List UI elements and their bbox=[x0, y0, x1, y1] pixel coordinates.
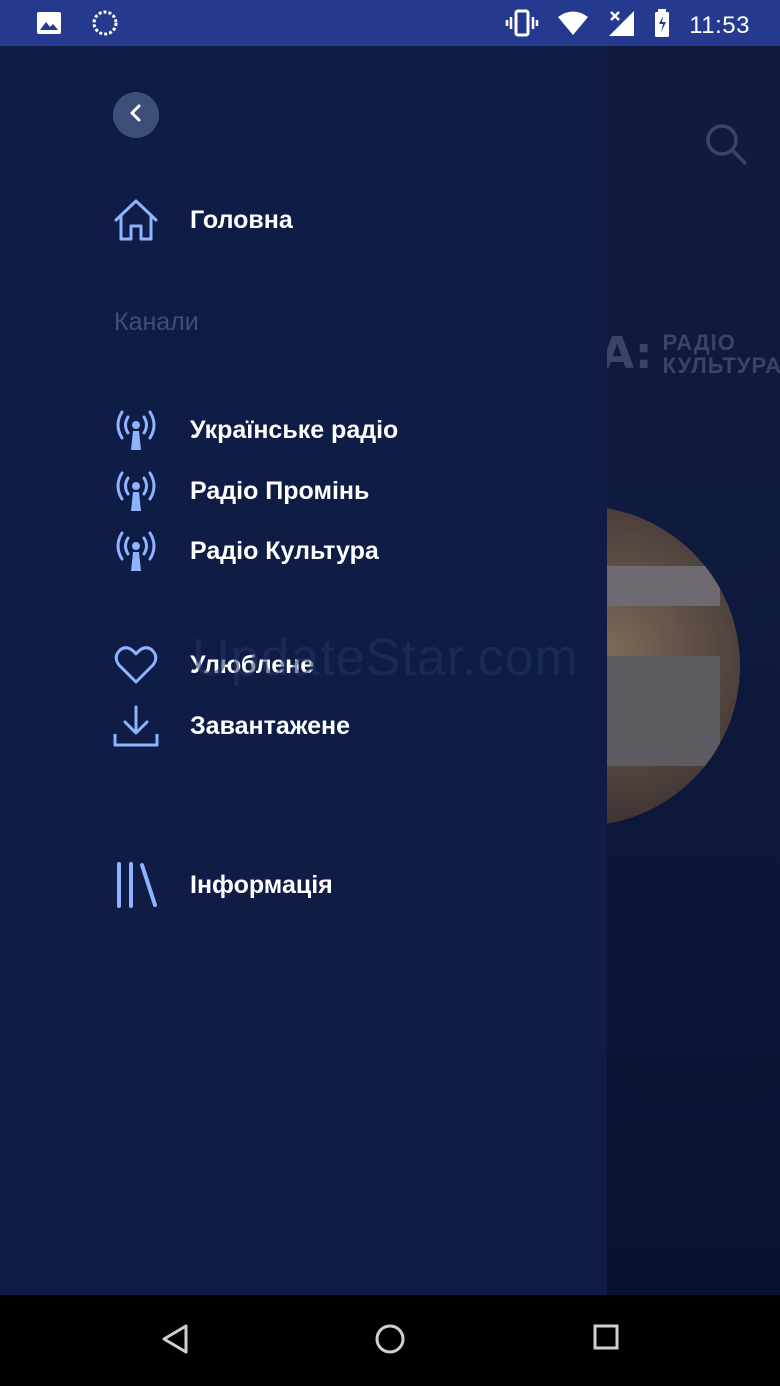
logo-mark: A: bbox=[600, 328, 653, 379]
menu-item-home[interactable]: Головна bbox=[112, 196, 293, 244]
watermark: UpdateStar.com bbox=[192, 629, 579, 687]
menu-item-downloads[interactable]: Завантажене bbox=[112, 702, 350, 750]
heart-icon bbox=[112, 641, 160, 689]
chevron-left-icon bbox=[127, 103, 145, 128]
channels-section-title: Канали bbox=[114, 308, 199, 336]
menu-item-label: Завантажене bbox=[190, 711, 351, 740]
wifi-icon bbox=[557, 10, 589, 41]
vibrate-icon bbox=[505, 9, 539, 42]
system-nav-bar bbox=[0, 1295, 780, 1386]
logo-line2: КУЛЬТУРА bbox=[662, 352, 780, 378]
radio-tower-icon bbox=[112, 467, 160, 515]
image-icon bbox=[36, 11, 62, 40]
download-icon bbox=[112, 702, 160, 750]
close-drawer-button[interactable] bbox=[113, 92, 159, 138]
recents-square-icon[interactable] bbox=[592, 1323, 620, 1356]
signal-icon bbox=[607, 9, 635, 42]
menu-item-label: Українське радіо bbox=[190, 415, 399, 444]
logo-line1: РАДІО bbox=[662, 329, 736, 355]
radio-tower-icon bbox=[112, 406, 160, 454]
radio-tower-icon bbox=[112, 527, 160, 575]
status-bar: 11:53 bbox=[0, 0, 780, 46]
home-icon bbox=[112, 196, 160, 244]
menu-item-label: Радіо Промінь bbox=[190, 476, 370, 505]
menu-item-radio-promin[interactable]: Радіо Промінь bbox=[112, 467, 369, 515]
menu-item-label: Радіо Культура bbox=[190, 536, 379, 565]
search-icon[interactable] bbox=[704, 122, 748, 171]
sync-icon bbox=[92, 10, 118, 41]
library-icon bbox=[112, 861, 160, 909]
menu-item-info[interactable]: Інформація bbox=[112, 861, 333, 909]
back-triangle-icon[interactable] bbox=[160, 1323, 190, 1360]
radio-kultura-logo: A: РАДІО КУЛЬТУРА bbox=[600, 328, 780, 379]
home-circle-icon[interactable] bbox=[374, 1323, 406, 1360]
clock: 11:53 bbox=[689, 11, 750, 39]
menu-item-radio-kultura[interactable]: Радіо Культура bbox=[112, 527, 379, 575]
menu-item-ukrainian-radio[interactable]: Українське радіо bbox=[112, 406, 398, 454]
menu-item-label: Головна bbox=[190, 205, 293, 234]
menu-item-label: Інформація bbox=[190, 870, 333, 899]
battery-icon bbox=[653, 8, 671, 43]
